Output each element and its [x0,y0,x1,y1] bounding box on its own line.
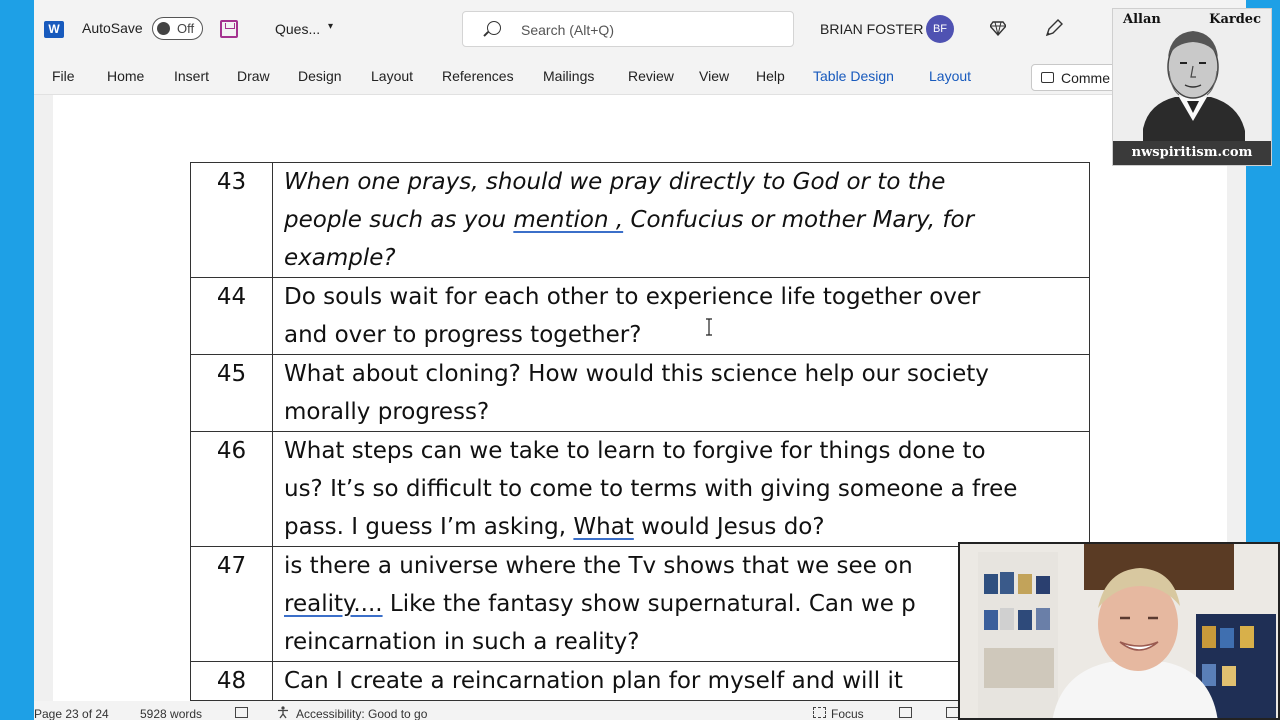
autosave-toggle[interactable]: Off [152,17,203,40]
pen-icon[interactable] [1044,18,1064,38]
question-text[interactable]: Do souls wait for each other to experien… [272,277,1090,355]
question-text[interactable]: What about cloning? How would this scien… [272,354,1090,432]
tab-help[interactable]: Help [756,68,785,84]
table-row[interactable]: 46 What steps can we take to learn to for… [190,431,1090,547]
comments-label: Comme [1061,70,1111,86]
question-number[interactable]: 47 [190,546,273,662]
page-count[interactable]: Page 23 of 24 [34,707,109,720]
tab-design[interactable]: Design [298,68,342,84]
flagged-text[interactable]: mention , [513,207,623,233]
table-row[interactable]: 47 is there a universe where the Tv shows… [190,546,1090,662]
question-line[interactable]: example? [284,239,1079,277]
question-number[interactable]: 46 [190,431,273,547]
accessibility-status[interactable]: Accessibility: Good to go [296,707,427,720]
question-line[interactable]: morally progress? [284,393,1079,431]
question-line[interactable]: Do souls wait for each other to experien… [284,278,1079,316]
question-line[interactable]: and over to progress together? [284,316,1079,354]
question-line[interactable]: What about cloning? How would this scien… [284,355,1079,393]
read-mode-icon[interactable] [899,707,912,718]
document-name[interactable]: Ques... [275,21,320,37]
autosave-label: AutoSave [82,20,143,36]
tab-file[interactable]: File [52,68,75,84]
tab-view[interactable]: View [699,68,729,84]
accessibility-icon [278,706,288,719]
table-row[interactable]: 48 Can I create a reincarnation plan for … [190,661,1090,701]
tab-draw[interactable]: Draw [237,68,270,84]
tab-table-layout[interactable]: Layout [929,68,971,84]
search-box[interactable]: Search (Alt+Q) [462,11,794,47]
webcam-feed [960,544,1278,718]
question-number[interactable]: 44 [190,277,273,355]
word-count[interactable]: 5928 words [140,707,202,720]
tab-review[interactable]: Review [628,68,674,84]
focus-button[interactable]: Focus [831,707,864,720]
logo-right-word: Kardec [1209,12,1261,27]
question-number[interactable]: 45 [190,354,273,432]
ribbon-tabs: File Home Insert Draw Design Layout Refe… [34,58,1246,95]
toggle-knob [157,22,170,35]
tab-home[interactable]: Home [107,68,144,84]
question-number[interactable]: 48 [190,661,273,701]
tab-references[interactable]: References [442,68,514,84]
word-icon: W [44,21,64,38]
title-bar: W AutoSave Off Ques... ▾ Search (Alt+Q) … [34,0,1246,58]
questions-table[interactable]: 43 When one prays, should we pray directl… [190,162,1090,701]
user-name[interactable]: BRIAN FOSTER [820,21,923,37]
autosave-state: Off [177,21,195,36]
proofing-icon[interactable] [235,707,248,718]
webcam-overlay [958,542,1280,720]
focus-icon [813,707,826,718]
question-line[interactable]: people such as you mention , Confucius o… [284,201,1079,239]
save-icon[interactable] [220,20,238,38]
table-row[interactable]: 44 Do souls wait for each other to experi… [190,277,1090,355]
text-cursor-icon [706,318,712,336]
logo-site: nwspiritism.com [1113,141,1271,165]
tab-layout[interactable]: Layout [371,68,413,84]
question-line[interactable]: pass. I guess I’m asking, What would Jes… [284,508,1079,546]
question-text[interactable]: When one prays, should we pray directly … [272,162,1090,278]
search-icon [487,21,501,35]
flagged-text[interactable]: What [573,514,633,540]
question-line[interactable]: What steps can we take to learn to forgi… [284,432,1079,470]
flagged-text[interactable]: reality.... [284,591,383,617]
question-line[interactable]: When one prays, should we pray directly … [284,163,1079,201]
tab-mailings[interactable]: Mailings [543,68,594,84]
logo-left-word: Allan [1123,12,1161,27]
chevron-down-icon[interactable]: ▾ [328,21,333,32]
question-text[interactable]: What steps can we take to learn to forgi… [272,431,1090,547]
search-placeholder: Search (Alt+Q) [521,22,614,38]
question-line[interactable]: us? It’s so difficult to come to terms w… [284,470,1079,508]
table-row[interactable]: 43 When one prays, should we pray directl… [190,162,1090,278]
table-row[interactable]: 45 What about cloning? How would this sci… [190,354,1090,432]
question-number[interactable]: 43 [190,162,273,278]
diamond-icon[interactable] [990,20,1006,36]
tab-table-design[interactable]: Table Design [813,68,894,84]
allan-kardec-logo: Allan Kardec nwspiritism.com [1112,8,1272,166]
comment-icon [1041,72,1054,83]
tab-insert[interactable]: Insert [174,68,209,84]
avatar[interactable]: BF [926,15,954,43]
